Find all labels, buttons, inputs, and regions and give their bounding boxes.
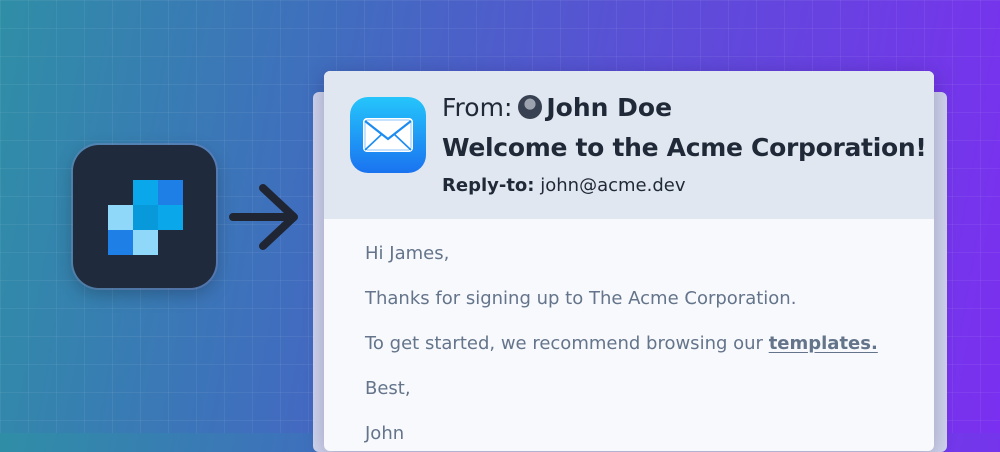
reply-to-label: Reply-to: <box>442 175 535 196</box>
templates-link[interactable]: templates. <box>769 333 878 354</box>
from-label: From: <box>442 93 513 122</box>
arrow-right-icon <box>229 184 298 250</box>
reply-to-line: Reply-to: john@acme.dev <box>442 175 685 196</box>
logo-tile <box>133 180 158 205</box>
email-preview-card: From: John Doe Welcome to the Acme Corpor… <box>324 71 934 451</box>
logo-tile <box>133 230 158 255</box>
closing-text: Best, <box>365 378 411 399</box>
body-line-2: To get started, we recommend browsing ou… <box>365 333 878 354</box>
email-subject: Welcome to the Acme Corporation! <box>442 133 927 162</box>
avatar <box>518 95 543 119</box>
logo-tile <box>158 205 183 230</box>
logo-tile <box>108 205 133 230</box>
reply-to-address: john@acme.dev <box>540 175 686 196</box>
signature-text: John <box>365 423 405 444</box>
body-line-2-text: To get started, we recommend browsing ou… <box>365 333 763 354</box>
logo-tile <box>108 230 133 255</box>
body-line-1: Thanks for signing up to The Acme Corpor… <box>365 288 797 309</box>
email-header: From: John Doe Welcome to the Acme Corpor… <box>324 71 934 219</box>
app-logo-icon <box>73 145 216 288</box>
greeting-text: Hi James, <box>365 243 450 264</box>
from-name: John Doe <box>546 93 673 122</box>
mail-envelope-icon <box>350 97 426 173</box>
logo-tile <box>158 180 183 205</box>
logo-tile <box>133 205 158 230</box>
from-line: From: John Doe <box>442 93 672 122</box>
